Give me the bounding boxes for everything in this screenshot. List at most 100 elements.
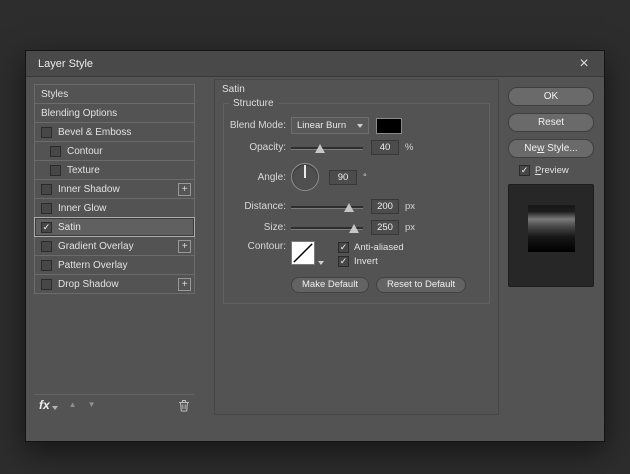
desktop-background: Layer Style × Styles Blending Options Be… xyxy=(0,0,630,474)
new-style-button[interactable]: New Style... xyxy=(508,139,594,158)
sidebar-item-drop-shadow[interactable]: Drop Shadow + xyxy=(34,274,195,294)
fx-menu-button[interactable]: fx xyxy=(39,399,58,411)
drop-shadow-checkbox[interactable] xyxy=(41,279,52,290)
blend-mode-value: Linear Burn xyxy=(297,120,346,131)
distance-field[interactable]: 200 xyxy=(371,199,399,214)
structure-group-title: Structure xyxy=(229,98,278,109)
contour-checkbox[interactable] xyxy=(50,146,61,157)
sidebar-item-inner-shadow[interactable]: Inner Shadow + xyxy=(34,179,195,199)
angle-label: Angle: xyxy=(226,172,286,183)
sidebar-item-label: Pattern Overlay xyxy=(58,260,127,271)
close-icon[interactable]: × xyxy=(576,56,592,72)
panel-title: Satin xyxy=(222,84,245,95)
move-effect-down-icon[interactable]: ▼ xyxy=(88,401,96,409)
opacity-slider[interactable] xyxy=(291,142,363,154)
angle-dial[interactable] xyxy=(291,163,319,191)
sidebar-item-satin[interactable]: ✓ Satin xyxy=(34,217,195,237)
check-icon: ✓ xyxy=(340,243,348,252)
angle-field[interactable]: 90 xyxy=(329,170,357,185)
sidebar-item-label: Gradient Overlay xyxy=(58,241,134,252)
sidebar-item-label: Texture xyxy=(67,165,100,176)
preview-checkbox[interactable]: ✓ Preview xyxy=(519,165,594,176)
opacity-row: Opacity: 40 % xyxy=(226,140,483,155)
styles-sidebar: Styles Blending Options Bevel & Emboss C… xyxy=(34,84,195,415)
sidebar-item-label: Satin xyxy=(58,222,81,233)
preview-label-post: review xyxy=(541,165,568,176)
reset-to-default-button[interactable]: Reset to Default xyxy=(376,277,466,293)
blend-mode-row: Blend Mode: Linear Burn xyxy=(226,117,483,134)
plus-icon: + xyxy=(182,185,188,195)
slider-handle[interactable] xyxy=(349,224,359,233)
add-drop-shadow-instance-button[interactable]: + xyxy=(178,278,191,291)
contour-picker[interactable] xyxy=(291,241,324,265)
sidebar-item-texture[interactable]: Texture xyxy=(34,160,195,180)
sidebar-item-pattern-overlay[interactable]: Pattern Overlay xyxy=(34,255,195,275)
sidebar-item-label: Inner Shadow xyxy=(58,184,120,195)
default-buttons-row: Make Default Reset to Default xyxy=(291,277,483,293)
sidebar-item-label: Inner Glow xyxy=(58,203,106,214)
reset-button[interactable]: Reset xyxy=(508,113,594,132)
chevron-down-icon[interactable] xyxy=(318,261,324,265)
plus-icon: + xyxy=(182,280,188,290)
structure-group: Structure Blend Mode: Linear Burn Opacit… xyxy=(223,98,490,304)
satin-checkbox[interactable]: ✓ xyxy=(41,222,52,233)
size-slider[interactable] xyxy=(291,222,363,234)
move-effect-up-icon[interactable]: ▲ xyxy=(69,401,77,409)
sidebar-item-bevel-emboss[interactable]: Bevel & Emboss xyxy=(34,122,195,142)
contour-thumbnail xyxy=(291,241,315,265)
preview-label: Preview xyxy=(535,165,569,176)
chevron-down-icon xyxy=(357,124,363,128)
sidebar-footer: fx ▲ ▼ xyxy=(34,394,195,415)
delete-effect-button[interactable] xyxy=(178,399,190,412)
slider-handle[interactable] xyxy=(344,203,354,212)
opacity-label: Opacity: xyxy=(226,142,286,153)
opacity-field[interactable]: 40 xyxy=(371,140,399,155)
bevel-emboss-checkbox[interactable] xyxy=(41,127,52,138)
angle-row: Angle: 90 ° xyxy=(226,161,483,193)
contour-label: Contour: xyxy=(226,241,286,252)
blend-mode-label: Blend Mode: xyxy=(226,120,286,131)
check-icon: ✓ xyxy=(521,166,529,175)
sidebar-item-gradient-overlay[interactable]: Gradient Overlay + xyxy=(34,236,195,256)
satin-effect-preview xyxy=(528,205,575,252)
sidebar-item-styles[interactable]: Styles xyxy=(34,84,195,104)
invert-checkbox[interactable]: ✓ Invert xyxy=(338,256,404,267)
angle-dial-pointer xyxy=(304,165,306,178)
distance-row: Distance: 200 px xyxy=(226,199,483,214)
distance-label: Distance: xyxy=(226,201,286,212)
slider-handle[interactable] xyxy=(315,144,325,153)
anti-aliased-label: Anti-aliased xyxy=(354,242,404,253)
inner-glow-checkbox[interactable] xyxy=(41,203,52,214)
ok-button[interactable]: OK xyxy=(508,87,594,106)
trash-icon xyxy=(178,399,190,412)
sidebar-item-label: Blending Options xyxy=(41,108,117,119)
settings-panel: Satin Structure Blend Mode: Linear Burn … xyxy=(214,79,499,415)
add-inner-shadow-instance-button[interactable]: + xyxy=(178,183,191,196)
sidebar-item-blending-options[interactable]: Blending Options xyxy=(34,103,195,123)
size-row: Size: 250 px xyxy=(226,220,483,235)
sidebar-item-inner-glow[interactable]: Inner Glow xyxy=(34,198,195,218)
checkbox-box: ✓ xyxy=(338,256,349,267)
blend-mode-select[interactable]: Linear Burn xyxy=(291,117,369,134)
sidebar-item-label: Contour xyxy=(67,146,103,157)
plus-icon: + xyxy=(182,242,188,252)
slider-track xyxy=(291,147,363,149)
distance-slider[interactable] xyxy=(291,201,363,213)
add-gradient-overlay-instance-button[interactable]: + xyxy=(178,240,191,253)
anti-aliased-checkbox[interactable]: ✓ Anti-aliased xyxy=(338,242,404,253)
sidebar-item-label: Drop Shadow xyxy=(58,279,119,290)
dialog-titlebar[interactable]: Layer Style × xyxy=(26,51,604,77)
satin-color-swatch[interactable] xyxy=(376,118,402,134)
contour-row: Contour: ✓ Anti-aliased xyxy=(226,241,483,267)
check-icon: ✓ xyxy=(340,257,348,266)
size-label: Size: xyxy=(226,222,286,233)
make-default-button[interactable]: Make Default xyxy=(291,277,369,293)
invert-label: Invert xyxy=(354,256,378,267)
texture-checkbox[interactable] xyxy=(50,165,61,176)
new-style-label-post: Style... xyxy=(544,143,577,154)
pattern-overlay-checkbox[interactable] xyxy=(41,260,52,271)
inner-shadow-checkbox[interactable] xyxy=(41,184,52,195)
gradient-overlay-checkbox[interactable] xyxy=(41,241,52,252)
size-field[interactable]: 250 xyxy=(371,220,399,235)
sidebar-item-contour[interactable]: Contour xyxy=(34,141,195,161)
